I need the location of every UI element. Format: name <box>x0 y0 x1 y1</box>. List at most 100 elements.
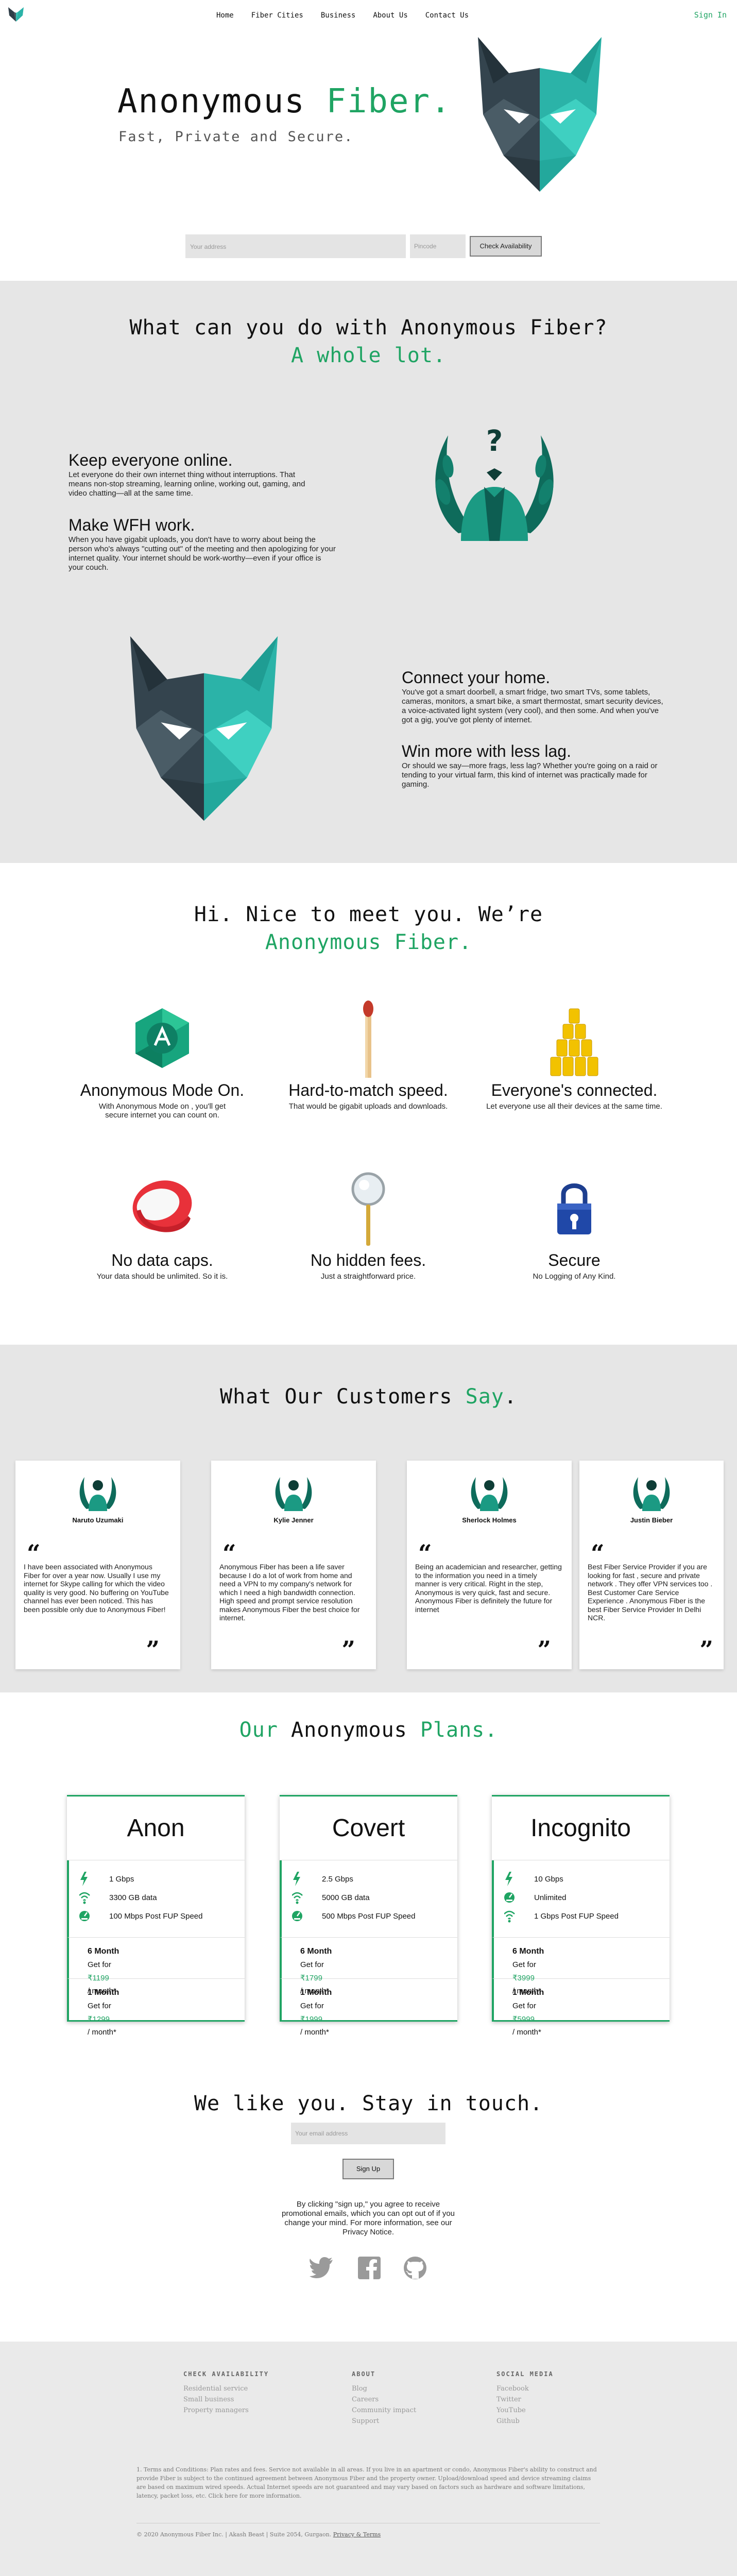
plan-price-1-month[interactable]: 1 Month Get for ₹5999 / month* <box>492 1979 670 2037</box>
testimonial-card: Naruto Uzumaki “ I have been associated … <box>15 1461 180 1669</box>
nav-contact-us[interactable]: Contact Us <box>425 11 469 20</box>
plan-price: ₹1999 <box>300 2015 322 2024</box>
customers-title-a: What Our Customers <box>220 1385 453 1409</box>
footer-link[interactable]: Support <box>352 2417 416 2425</box>
meet-item-text: Your data should be unlimited. So it is. <box>96 1272 228 1281</box>
footer-link[interactable]: Github <box>496 2417 554 2425</box>
meet-item-title: No hidden fees. <box>310 1251 426 1269</box>
address-input[interactable]: Your address <box>185 234 406 258</box>
plan-data: 5000 GB data <box>322 1893 370 1902</box>
footer-heading: ABOUT <box>352 2370 376 2378</box>
meet-item-no-caps: No data caps. Your data should be unlimi… <box>64 1170 260 1281</box>
meet-subtitle: Anonymous Fiber. <box>265 930 472 954</box>
wifi-icon <box>79 1892 90 1904</box>
hero-title-b: Fiber. <box>326 82 452 121</box>
footer-link[interactable]: Property managers <box>183 2406 269 2414</box>
meet-item-title: Anonymous Mode On. <box>80 1081 245 1099</box>
plan-card-anon[interactable]: Anon 1 Gbps 3300 GB data 100 Mbps Post F… <box>67 1795 245 2037</box>
fox-mascot-large-icon <box>130 636 278 821</box>
feature-text: You've got a smart doorbell, a smart fri… <box>402 688 663 724</box>
meet-item-text: No Logging of Any Kind. <box>533 1272 616 1281</box>
bolt-icon <box>80 1872 88 1886</box>
reviewer-name: Naruto Uzumaki <box>72 1516 124 1524</box>
customers-title: What Our Customers Say. <box>0 1385 737 1409</box>
fox-mascot-icon <box>478 37 602 192</box>
per-month-label: / month* <box>300 2028 329 2037</box>
open-quote-icon: “ <box>27 1539 41 1567</box>
email-input[interactable]: Your email address <box>291 2123 445 2144</box>
availability-form: Your address Pincode Check Availability <box>185 234 542 258</box>
testimonial-card: Sherlock Holmes “ Being an academician a… <box>407 1461 572 1669</box>
sign-in-link[interactable]: Sign In <box>694 10 727 20</box>
nav-about-us[interactable]: About Us <box>373 11 407 20</box>
meet-item-text: Let everyone use all their devices at th… <box>486 1102 662 1111</box>
nav-fiber-cities[interactable]: Fiber Cities <box>251 11 303 20</box>
meet-item-connected: Everyone's connected. Let everyone use a… <box>476 999 672 1111</box>
footer-link[interactable]: Blog <box>352 2385 416 2393</box>
plan-data: Unlimited <box>534 1893 567 1902</box>
review-text: Anonymous Fiber has been a life saver be… <box>219 1563 360 1622</box>
reviewer-name: Justin Bieber <box>630 1516 673 1524</box>
plan-price: ₹1299 <box>88 2015 110 2024</box>
footer-link[interactable]: Community impact <box>352 2406 416 2414</box>
twitter-icon[interactable] <box>309 2257 334 2279</box>
feature-text: Let everyone do their own internet thing… <box>68 470 305 498</box>
footer-link[interactable]: YouTube <box>496 2406 554 2414</box>
footer-heading: SOCIAL MEDIA <box>496 2370 554 2378</box>
footer-link[interactable]: Facebook <box>496 2385 554 2393</box>
hero-title: Anonymous Fiber. <box>117 82 452 121</box>
features-subtitle: A whole lot. <box>291 344 446 367</box>
github-icon[interactable] <box>403 2256 427 2280</box>
per-month-label: / month* <box>512 2028 541 2037</box>
close-quote-icon: ” <box>699 1636 713 1664</box>
plan-speed: 10 Gbps <box>534 1874 563 1884</box>
footer-link[interactable]: Careers <box>352 2396 416 2403</box>
per-month-label: / month* <box>88 2028 116 2037</box>
speedometer-icon <box>504 1892 515 1903</box>
footer-link[interactable]: Small business <box>183 2396 269 2403</box>
reviewer-name: Sherlock Holmes <box>462 1516 517 1524</box>
laurel-avatar-icon <box>633 1477 670 1511</box>
close-quote-icon: ” <box>537 1636 551 1664</box>
meet-title: Hi. Nice to meet you. We’re <box>194 903 543 926</box>
check-availability-button[interactable]: Check Availability <box>470 236 542 257</box>
nav-home[interactable]: Home <box>216 11 234 20</box>
close-quote-icon: ” <box>146 1636 160 1664</box>
nav-business[interactable]: Business <box>321 11 355 20</box>
plan-card-covert[interactable]: Covert 2.5 Gbps 5000 GB data 500 Mbps Po… <box>280 1795 457 2037</box>
speedometer-icon <box>292 1911 302 1921</box>
plan-data: 3300 GB data <box>109 1893 157 1902</box>
plan-card-incognito[interactable]: Incognito 10 Gbps Unlimited 1 Gbps Post … <box>492 1795 670 2037</box>
footer-link[interactable]: Twitter <box>496 2396 554 2403</box>
plans-title-b: Anonymous <box>291 1718 407 1742</box>
bolt-icon <box>505 1872 512 1886</box>
magnifier-icon <box>351 1172 385 1246</box>
plan-price-1-month[interactable]: 1 Month Get for ₹1999 / month* <box>280 1979 457 2037</box>
privacy-terms-link[interactable]: Privacy & Terms <box>333 2531 381 2538</box>
facebook-icon[interactable] <box>358 2257 381 2279</box>
coin-stack-icon <box>550 1008 598 1076</box>
period-label: 6 Month <box>88 1947 119 1956</box>
footer-link[interactable]: Residential service <box>183 2385 269 2393</box>
features-section: What can you do with Anonymous Fiber? A … <box>0 281 737 863</box>
footer-col-about: ABOUT Blog Careers Community impact Supp… <box>352 2370 416 2428</box>
bolt-icon <box>293 1872 300 1886</box>
plan-fup: 1 Gbps Post FUP Speed <box>534 1911 619 1921</box>
sign-up-button[interactable]: Sign Up <box>342 2159 394 2179</box>
footer-heading: CHECK AVAILABILITY <box>183 2370 269 2378</box>
plan-price-6-month[interactable]: 6 Month Get for ₹3999 / month* <box>492 1938 670 1995</box>
fox-logo-icon[interactable] <box>7 6 25 24</box>
plan-price-1-month[interactable]: 1 Month Get for ₹1299 / month* <box>67 1979 245 2037</box>
footer-col-social: SOCIAL MEDIA Facebook Twitter YouTube Gi… <box>496 2370 554 2428</box>
meet-item-text: With Anonymous Mode on , you'll get secu… <box>98 1102 226 1120</box>
feature-heading: Connect your home. <box>402 668 551 687</box>
plan-fup: 500 Mbps Post FUP Speed <box>322 1911 416 1921</box>
plan-price-6-month[interactable]: 6 Month Get for ₹1199 / month* <box>67 1938 245 1995</box>
pincode-input[interactable]: Pincode <box>410 234 466 258</box>
laurel-avatar-icon <box>471 1477 508 1511</box>
testimonial-card: Justin Bieber “ Best Fiber Service Provi… <box>579 1461 724 1669</box>
plan-price-6-month[interactable]: 6 Month Get for ₹1799 / month* <box>280 1938 457 1995</box>
meet-item-title: Everyone's connected. <box>491 1081 658 1099</box>
plan-fup: 100 Mbps Post FUP Speed <box>109 1911 203 1921</box>
reviewer-name: Kylie Jenner <box>273 1516 314 1524</box>
